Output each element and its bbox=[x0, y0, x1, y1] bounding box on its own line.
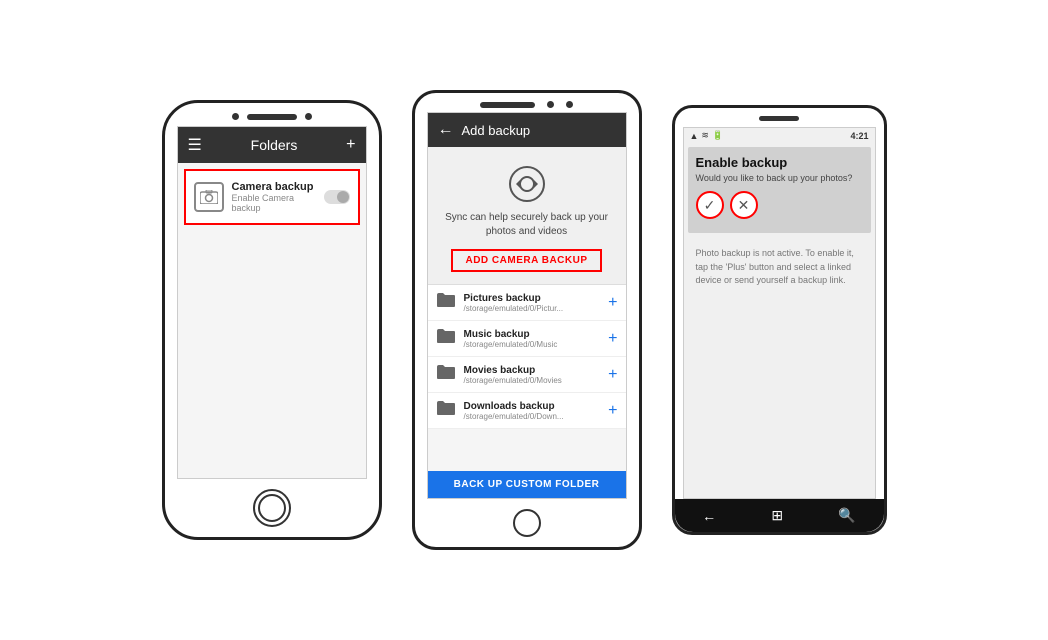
folder-path-pictures: /storage/emulated/0/Pictur... bbox=[464, 304, 601, 313]
backup-description: Photo backup is not active. To enable it… bbox=[688, 241, 871, 294]
folder-path-movies: /storage/emulated/0/Movies bbox=[464, 376, 601, 385]
android-screen: ← Add backup Sync can help securely back… bbox=[427, 112, 627, 499]
folder-text-music: Music backup /storage/emulated/0/Music bbox=[464, 329, 601, 349]
add-backup-title: Add backup bbox=[462, 123, 531, 138]
phone-android: ← Add backup Sync can help securely back… bbox=[412, 90, 642, 550]
folder-name-music: Music backup bbox=[464, 329, 601, 340]
status-bar: ▲ ≋ 🔋 4:21 bbox=[684, 128, 875, 143]
windows-notch bbox=[759, 116, 799, 121]
dialog-title: Enable backup bbox=[696, 155, 863, 170]
android-camera bbox=[547, 101, 554, 108]
status-icons: ▲ ≋ 🔋 bbox=[690, 130, 724, 141]
windows-home-button[interactable]: ⊞ bbox=[771, 507, 783, 524]
signal-icon: ▲ bbox=[690, 131, 699, 141]
folder-item-music[interactable]: Music backup /storage/emulated/0/Music + bbox=[428, 321, 626, 357]
iphone-top-bar bbox=[165, 103, 379, 126]
folder-path-music: /storage/emulated/0/Music bbox=[464, 340, 601, 349]
check-icon: ✓ bbox=[704, 197, 716, 214]
iphone-screen: ☰ Folders + Camera backup Enable Camera … bbox=[177, 126, 367, 479]
wifi-icon: ≋ bbox=[701, 130, 709, 141]
android-sensor bbox=[566, 101, 573, 108]
back-up-custom-button[interactable]: BACK UP CUSTOM FOLDER bbox=[428, 471, 626, 498]
folder-item-downloads[interactable]: Downloads backup /storage/emulated/0/Dow… bbox=[428, 393, 626, 429]
sync-icon bbox=[506, 163, 548, 205]
folder-name-downloads: Downloads backup bbox=[464, 401, 601, 412]
sensor-dot bbox=[305, 113, 312, 120]
android-bottom-bar bbox=[415, 499, 639, 547]
folder-name-movies: Movies backup bbox=[464, 365, 601, 376]
android-home-button[interactable] bbox=[513, 509, 541, 537]
folder-name-pictures: Pictures backup bbox=[464, 293, 601, 304]
enable-backup-dialog: Enable backup Would you like to back up … bbox=[688, 147, 871, 233]
front-camera-dot bbox=[232, 113, 239, 120]
dialog-buttons: ✓ ✕ bbox=[696, 191, 863, 219]
windows-search-button[interactable]: 🔍 bbox=[838, 507, 855, 524]
camera-backup-toggle[interactable] bbox=[324, 190, 350, 204]
iphone-bottom-bar bbox=[165, 479, 379, 537]
add-music-icon[interactable]: + bbox=[608, 330, 617, 348]
folder-path-downloads: /storage/emulated/0/Down... bbox=[464, 412, 601, 421]
add-backup-hero: Sync can help securely back up your phot… bbox=[428, 147, 626, 285]
add-movies-icon[interactable]: + bbox=[608, 366, 617, 384]
folder-icon-pictures bbox=[436, 292, 456, 313]
dialog-subtitle: Would you like to back up your photos? bbox=[696, 173, 863, 183]
folder-icon-movies bbox=[436, 364, 456, 385]
add-folder-icon[interactable]: + bbox=[346, 136, 355, 154]
windows-top-notch bbox=[675, 108, 884, 127]
speaker-grill bbox=[247, 114, 297, 120]
hero-description: Sync can help securely back up your phot… bbox=[438, 211, 616, 239]
folder-text-movies: Movies backup /storage/emulated/0/Movies bbox=[464, 365, 601, 385]
folder-list: Pictures backup /storage/emulated/0/Pict… bbox=[428, 285, 626, 429]
confirm-button[interactable]: ✓ bbox=[696, 191, 724, 219]
phone-iphone: ☰ Folders + Camera backup Enable Camera … bbox=[162, 100, 382, 540]
home-button[interactable] bbox=[253, 489, 291, 527]
android-speaker bbox=[480, 102, 535, 108]
camera-backup-subtitle: Enable Camera backup bbox=[232, 193, 324, 213]
camera-backup-text: Camera backup Enable Camera backup bbox=[232, 181, 324, 213]
phone-windows: ▲ ≋ 🔋 4:21 Enable backup Would you like … bbox=[672, 105, 887, 535]
camera-icon bbox=[200, 190, 218, 204]
toggle-knob bbox=[337, 191, 349, 203]
add-pictures-icon[interactable]: + bbox=[608, 294, 617, 312]
cancel-button[interactable]: ✕ bbox=[730, 191, 758, 219]
menu-icon[interactable]: ☰ bbox=[188, 135, 202, 155]
folder-icon-downloads bbox=[436, 400, 456, 421]
windows-bottom-bar: ← ⊞ 🔍 bbox=[675, 499, 884, 532]
phones-container: ☰ Folders + Camera backup Enable Camera … bbox=[142, 70, 907, 570]
status-time: 4:21 bbox=[850, 131, 868, 141]
camera-icon-box bbox=[194, 182, 224, 212]
folder-icon-music bbox=[436, 328, 456, 349]
add-camera-backup-button[interactable]: ADD CAMERA BACKUP bbox=[451, 249, 601, 272]
android-top-bar bbox=[415, 93, 639, 112]
add-backup-header: ← Add backup bbox=[428, 113, 626, 147]
folder-item-pictures[interactable]: Pictures backup /storage/emulated/0/Pict… bbox=[428, 285, 626, 321]
folder-item-movies[interactable]: Movies backup /storage/emulated/0/Movies… bbox=[428, 357, 626, 393]
folders-title: Folders bbox=[251, 137, 298, 153]
back-arrow-icon[interactable]: ← bbox=[438, 121, 454, 139]
windows-screen: ▲ ≋ 🔋 4:21 Enable backup Would you like … bbox=[683, 127, 876, 499]
folder-text-downloads: Downloads backup /storage/emulated/0/Dow… bbox=[464, 401, 601, 421]
folders-header: ☰ Folders + bbox=[178, 127, 366, 163]
folder-text-pictures: Pictures backup /storage/emulated/0/Pict… bbox=[464, 293, 601, 313]
add-downloads-icon[interactable]: + bbox=[608, 402, 617, 420]
home-button-inner bbox=[258, 494, 286, 522]
camera-backup-title: Camera backup bbox=[232, 181, 324, 193]
battery-icon: 🔋 bbox=[712, 130, 723, 141]
windows-back-button[interactable]: ← bbox=[702, 508, 716, 524]
x-icon: ✕ bbox=[738, 197, 750, 214]
camera-backup-row[interactable]: Camera backup Enable Camera backup bbox=[184, 169, 360, 225]
